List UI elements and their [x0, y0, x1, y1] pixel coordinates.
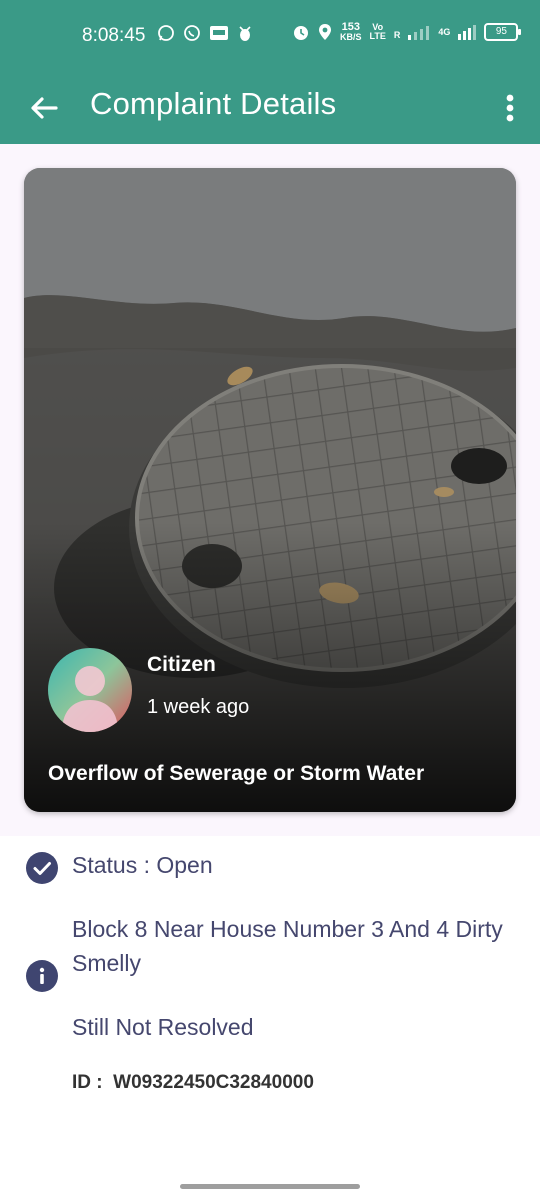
- net-speed: 153 KB/S: [340, 21, 362, 42]
- complaint-id-value: W09322450C32840000: [113, 1072, 314, 1093]
- roaming-label: R: [393, 29, 401, 40]
- status-time: 8:08:45: [82, 25, 146, 46]
- notification-icons: [157, 24, 253, 42]
- page-title: Complaint Details: [90, 86, 337, 121]
- avatar: [48, 648, 132, 732]
- complaint-id-label: ID :: [72, 1072, 103, 1093]
- complaint-card[interactable]: Citizen 1 week ago Overflow of Sewerage …: [24, 168, 516, 812]
- more-options-icon[interactable]: [496, 88, 524, 128]
- bug-icon: [239, 26, 251, 41]
- whatsapp-icon: [184, 25, 200, 41]
- complaint-title: Overflow of Sewerage or Storm Water: [48, 762, 425, 785]
- info-icon: [26, 960, 58, 992]
- resolution-note: Still Not Resolved: [72, 1014, 254, 1040]
- signal-weak-icon: [408, 26, 430, 40]
- whatsapp-business-icon: [158, 25, 174, 41]
- volte-indicator: Vo LTE: [369, 22, 386, 41]
- posted-time: 1 week ago: [147, 696, 250, 718]
- battery-indicator: 95: [484, 23, 522, 41]
- status-bar: 8:08:45 153 KB/S Vo LTE R 4G 95: [0, 0, 540, 72]
- author-name: Citizen: [147, 653, 216, 676]
- network-type: 4G: [438, 26, 451, 37]
- system-icons: 153 KB/S Vo LTE R 4G 95: [292, 21, 522, 42]
- check-circle-icon: [26, 852, 58, 884]
- location-icon: [319, 24, 331, 40]
- alarm-icon: [294, 26, 308, 40]
- signal-strong-icon: [458, 25, 477, 40]
- status-text: Status : Open: [72, 852, 213, 878]
- complaint-id: ID : W09322450C32840000: [72, 1072, 314, 1094]
- home-indicator[interactable]: [180, 1184, 360, 1189]
- complaint-description: Block 8 Near House Number 3 And 4 Dirty …: [72, 916, 503, 976]
- complaint-card-area: Citizen 1 week ago Overflow of Sewerage …: [0, 144, 540, 836]
- app-bar: Complaint Details: [0, 72, 540, 144]
- app-notification-icon: [210, 26, 228, 40]
- user-avatar-icon: [48, 648, 132, 732]
- back-arrow-icon[interactable]: [24, 88, 64, 128]
